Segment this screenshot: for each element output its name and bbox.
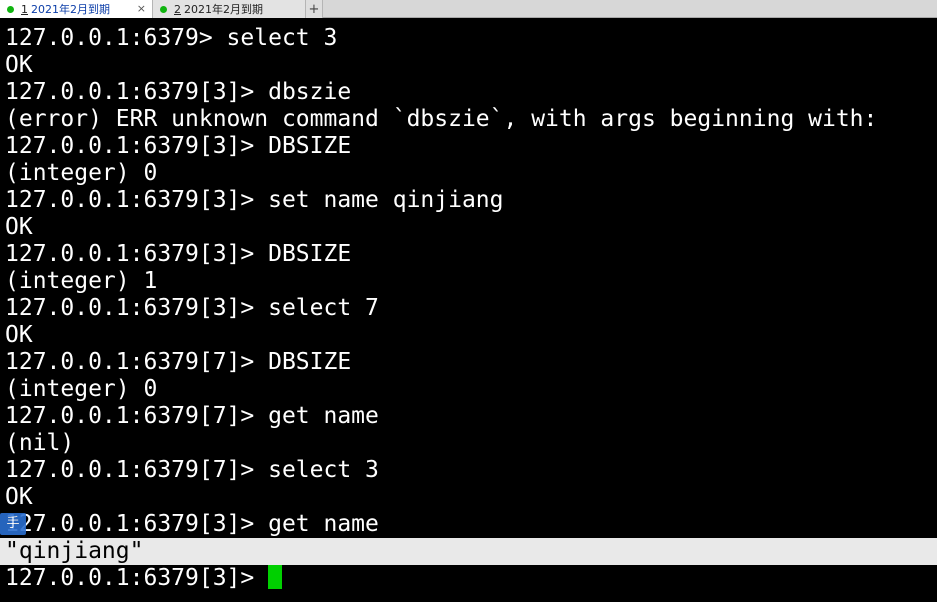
prompt-line: 127.0.0.1:6379[3]>: [0, 565, 937, 592]
terminal-line: 127.0.0.1:6379> select 3: [0, 25, 937, 52]
terminal-window: 1 2021年2月到期 × 2 2021年2月到期 + 127.0.0.1:63…: [0, 0, 937, 602]
terminal-line: "qinjiang": [0, 538, 937, 565]
terminal-line: 127.0.0.1:6379[7]> DBSIZE: [0, 349, 937, 376]
tab-number: 1: [21, 2, 28, 16]
terminal-line: OK: [0, 214, 937, 241]
terminal-line: (integer) 1: [0, 268, 937, 295]
terminal-line-text: 127.0.0.1:6379[3]> get name: [5, 511, 379, 537]
text-cursor: [268, 565, 283, 589]
terminal-line: 127.0.0.1:6379[3]> select 7: [0, 295, 937, 322]
terminal-line-text: 127.0.0.1:6379[3]> DBSIZE: [5, 241, 352, 267]
terminal-line-text: "qinjiang": [5, 538, 144, 564]
terminal-line-text: 127.0.0.1:6379[7]> select 3: [5, 457, 379, 483]
tab-bar: 1 2021年2月到期 × 2 2021年2月到期 +: [0, 0, 937, 18]
terminal-line-text: 127.0.0.1:6379[3]> set name qinjiang: [5, 187, 504, 213]
terminal-output[interactable]: 127.0.0.1:6379> select 3 OK 127.0.0.1:6379…: [0, 25, 937, 592]
terminal-line-text: 127.0.0.1:6379> select 3: [5, 25, 338, 51]
terminal-line-text: 127.0.0.1:6379[7]> get name: [5, 403, 379, 429]
terminal-line-text: 127.0.0.1:6379[3]>: [5, 565, 269, 591]
terminal-line: 127.0.0.1:6379[7]> select 3: [0, 457, 937, 484]
terminal-line-text: OK: [5, 484, 33, 510]
terminal-line-text: (integer) 0: [5, 160, 158, 186]
terminal-line-text: 127.0.0.1:6379[7]> DBSIZE: [5, 349, 352, 375]
tab-number: 2: [174, 2, 181, 16]
terminal-line-text: 127.0.0.1:6379[3]> dbszie: [5, 79, 352, 105]
tab-label: 2021年2月到期: [31, 3, 110, 16]
terminal-line: (integer) 0: [0, 376, 937, 403]
add-tab-button[interactable]: +: [306, 0, 323, 18]
terminal-line-text: (error) ERR unknown command `dbszie`, wi…: [5, 106, 878, 132]
tab-label: 2021年2月到期: [184, 3, 263, 16]
terminal-line: OK: [0, 484, 937, 511]
tab-session-2[interactable]: 2 2021年2月到期: [153, 0, 306, 18]
terminal-line: (integer) 0: [0, 160, 937, 187]
terminal-line: 127.0.0.1:6379[7]> get name: [0, 403, 937, 430]
terminal-line: 127.0.0.1:6379[3]> DBSIZE: [0, 133, 937, 160]
terminal-line-text: 127.0.0.1:6379[3]> select 7: [5, 295, 379, 321]
terminal-line-text: (integer) 1: [5, 268, 158, 294]
terminal-line: 127.0.0.1:6379[3]> set name qinjiang: [0, 187, 937, 214]
close-icon[interactable]: ×: [137, 2, 146, 15]
tab-session-1[interactable]: 1 2021年2月到期 ×: [0, 0, 153, 18]
terminal-line: 127.0.0.1:6379[3]> get name: [0, 511, 937, 538]
connected-status-icon: [160, 5, 167, 13]
terminal-line: 127.0.0.1:6379[3]> DBSIZE: [0, 241, 937, 268]
terminal-line-text: OK: [5, 322, 33, 348]
connected-status-icon: [7, 5, 14, 13]
terminal-line: 127.0.0.1:6379[3]> dbszie: [0, 79, 937, 106]
terminal-line: (nil): [0, 430, 937, 457]
terminal-line: OK: [0, 52, 937, 79]
terminal-line-text: 127.0.0.1:6379[3]> DBSIZE: [5, 133, 352, 159]
terminal-line-text: (nil): [5, 430, 75, 456]
terminal-line-text: OK: [5, 52, 33, 78]
ime-indicator-icon[interactable]: 手: [0, 513, 26, 535]
terminal-line: OK: [0, 322, 937, 349]
terminal-line-text: OK: [5, 214, 33, 240]
terminal-line: (error) ERR unknown command `dbszie`, wi…: [0, 106, 937, 133]
terminal-line-text: (integer) 0: [5, 376, 158, 402]
